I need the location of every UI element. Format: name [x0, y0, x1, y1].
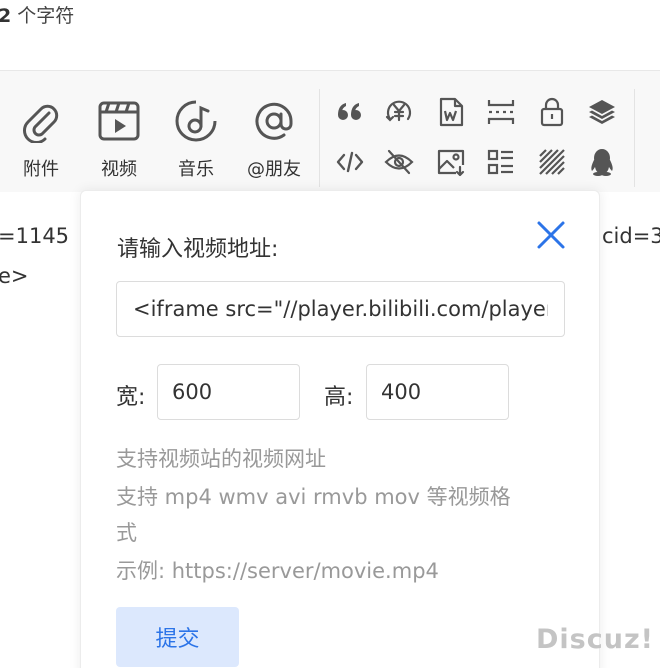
height-input[interactable]: [366, 364, 509, 420]
video-button[interactable]: 视频: [80, 71, 158, 193]
mention-label: @朋友: [247, 159, 301, 180]
hint-supported-sites: 支持视频站的视频网址: [116, 447, 326, 471]
video-url-input[interactable]: [116, 281, 565, 337]
hint-example: 示例: https://server/movie.mp4: [116, 559, 439, 583]
layers-button[interactable]: [584, 94, 620, 130]
char-count: 2 个字符: [0, 2, 74, 30]
toolbar-divider: [319, 89, 320, 187]
attachment-button[interactable]: 附件: [2, 71, 80, 193]
width-label: 宽:: [116, 385, 146, 410]
currency-icon: [385, 100, 412, 122]
video-label: 视频: [101, 159, 137, 180]
hint-supported-formats-cont: 式: [116, 521, 137, 545]
music-button[interactable]: 音乐: [157, 71, 235, 193]
image-button[interactable]: [433, 144, 469, 180]
editor-text-line1-left: =1145: [0, 224, 70, 248]
submit-button[interactable]: 提交: [116, 607, 239, 667]
paperclip-icon: [23, 104, 59, 143]
hide-button[interactable]: [381, 144, 417, 180]
watermark-logo: Discuz!: [536, 624, 654, 655]
editor-text-line1-right: cid=3: [602, 224, 660, 248]
hatch-icon: [539, 149, 565, 175]
currency-button[interactable]: [381, 94, 417, 130]
qq-icon: [591, 149, 613, 176]
list-button[interactable]: [483, 144, 519, 180]
music-icon: [175, 100, 217, 142]
at-icon: [255, 102, 293, 140]
quote-icon: [338, 103, 361, 120]
word-doc-button[interactable]: [433, 94, 469, 130]
lock-icon: [540, 97, 564, 127]
lock-button[interactable]: [534, 94, 570, 130]
video-icon: [98, 101, 140, 141]
attachment-label: 附件: [23, 159, 59, 180]
image-icon: [437, 149, 465, 177]
video-dialog: 请输入视频地址: 宽: 高: 支持视频站的视频网址 支持 mp4 wmv avi…: [80, 190, 600, 668]
hide-icon: [384, 149, 414, 175]
qq-button[interactable]: [584, 144, 620, 180]
close-icon: [537, 221, 565, 249]
hatch-button[interactable]: [534, 144, 570, 180]
layers-icon: [589, 100, 615, 124]
close-button[interactable]: [533, 217, 569, 253]
char-count-number: 2: [0, 5, 12, 27]
hint-supported-formats: 支持 mp4 wmv avi rmvb mov 等视频格: [116, 485, 511, 509]
quote-button[interactable]: [332, 94, 368, 130]
music-label: 音乐: [178, 159, 214, 180]
mention-button[interactable]: @朋友: [235, 71, 313, 193]
word-doc-icon: [439, 97, 464, 127]
editor-text-line2-left: e>: [0, 264, 29, 288]
page-break-button[interactable]: [483, 94, 519, 130]
page-break-icon: [487, 100, 515, 124]
toolbar-divider-right: [634, 89, 635, 187]
height-label: 高:: [324, 385, 354, 410]
list-icon: [487, 149, 513, 175]
dialog-title: 请输入视频地址:: [117, 237, 279, 262]
char-count-suffix: 个字符: [17, 5, 75, 27]
code-button[interactable]: [332, 144, 368, 180]
code-icon: [336, 151, 364, 173]
editor-toolbar: 附件 视频 音乐 @朋友: [0, 70, 660, 192]
width-input[interactable]: [157, 364, 300, 420]
